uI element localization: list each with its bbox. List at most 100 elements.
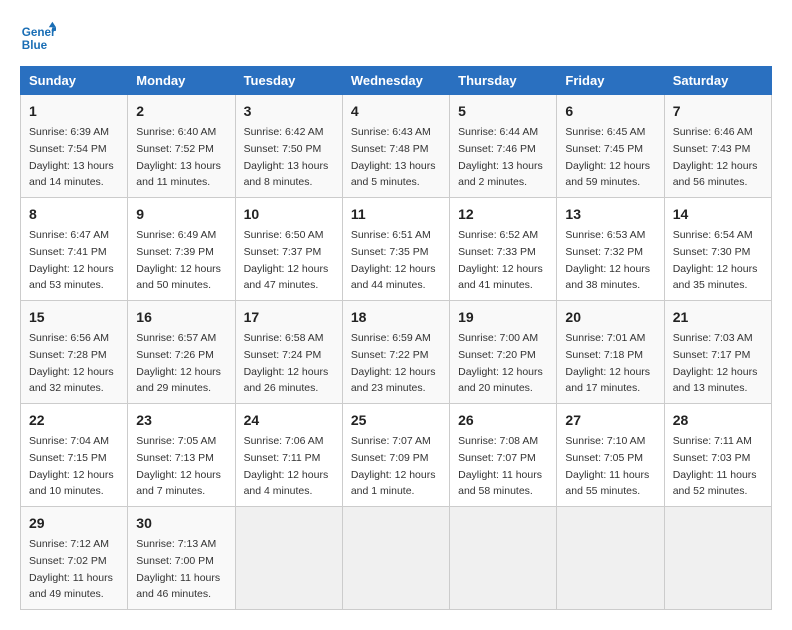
calendar-cell (664, 507, 771, 610)
svg-text:Blue: Blue (22, 39, 48, 52)
day-info: Sunrise: 7:11 AMSunset: 7:03 PMDaylight:… (673, 435, 757, 497)
day-info: Sunrise: 6:45 AMSunset: 7:45 PMDaylight:… (565, 126, 650, 188)
day-info: Sunrise: 6:42 AMSunset: 7:50 PMDaylight:… (244, 126, 329, 188)
calendar-cell: 12 Sunrise: 6:52 AMSunset: 7:33 PMDayligh… (450, 198, 557, 301)
day-info: Sunrise: 7:13 AMSunset: 7:00 PMDaylight:… (136, 538, 220, 600)
day-number: 7 (673, 101, 763, 122)
day-info: Sunrise: 6:54 AMSunset: 7:30 PMDaylight:… (673, 229, 758, 291)
day-number: 18 (351, 307, 441, 328)
day-number: 3 (244, 101, 334, 122)
day-number: 27 (565, 410, 655, 431)
day-number: 6 (565, 101, 655, 122)
weekday-header: Sunday (21, 67, 128, 95)
logo-icon: General Blue (20, 20, 56, 56)
calendar-cell (557, 507, 664, 610)
day-number: 14 (673, 204, 763, 225)
day-number: 29 (29, 513, 119, 534)
day-info: Sunrise: 6:59 AMSunset: 7:22 PMDaylight:… (351, 332, 436, 394)
calendar-cell: 23Sunrise: 7:05 AMSunset: 7:13 PMDayligh… (128, 404, 235, 507)
calendar-week-row: 29 Sunrise: 7:12 AMSunset: 7:02 PMDayligh… (21, 507, 772, 610)
day-number: 9 (136, 204, 226, 225)
svg-text:General: General (22, 26, 56, 39)
day-info: Sunrise: 6:40 AMSunset: 7:52 PMDaylight:… (136, 126, 221, 188)
calendar-cell: 18 Sunrise: 6:59 AMSunset: 7:22 PMDayligh… (342, 301, 449, 404)
calendar-cell: 10 Sunrise: 6:50 AMSunset: 7:37 PMDayligh… (235, 198, 342, 301)
day-info: Sunrise: 7:10 AMSunset: 7:05 PMDaylight:… (565, 435, 649, 497)
calendar-cell: 13 Sunrise: 6:53 AMSunset: 7:32 PMDayligh… (557, 198, 664, 301)
day-info: Sunrise: 7:00 AMSunset: 7:20 PMDaylight:… (458, 332, 543, 394)
day-info: Sunrise: 6:51 AMSunset: 7:35 PMDaylight:… (351, 229, 436, 291)
calendar-cell: 3 Sunrise: 6:42 AMSunset: 7:50 PMDaylight… (235, 95, 342, 198)
day-number: 10 (244, 204, 334, 225)
day-info: Sunrise: 7:06 AMSunset: 7:11 PMDaylight:… (244, 435, 329, 497)
day-info: Sunrise: 6:53 AMSunset: 7:32 PMDaylight:… (565, 229, 650, 291)
day-info: Sunrise: 6:46 AMSunset: 7:43 PMDaylight:… (673, 126, 758, 188)
day-info: Sunrise: 6:44 AMSunset: 7:46 PMDaylight:… (458, 126, 543, 188)
calendar-cell: 2Sunrise: 6:40 AMSunset: 7:52 PMDaylight… (128, 95, 235, 198)
weekday-header: Wednesday (342, 67, 449, 95)
day-info: Sunrise: 6:56 AMSunset: 7:28 PMDaylight:… (29, 332, 114, 394)
calendar-cell: 27 Sunrise: 7:10 AMSunset: 7:05 PMDayligh… (557, 404, 664, 507)
day-number: 16 (136, 307, 226, 328)
day-info: Sunrise: 7:01 AMSunset: 7:18 PMDaylight:… (565, 332, 650, 394)
calendar-cell: 16 Sunrise: 6:57 AMSunset: 7:26 PMDayligh… (128, 301, 235, 404)
calendar-cell: 30Sunrise: 7:13 AMSunset: 7:00 PMDayligh… (128, 507, 235, 610)
weekday-header: Friday (557, 67, 664, 95)
day-number: 28 (673, 410, 763, 431)
day-number: 11 (351, 204, 441, 225)
calendar-cell (342, 507, 449, 610)
calendar-cell: 20 Sunrise: 7:01 AMSunset: 7:18 PMDayligh… (557, 301, 664, 404)
day-number: 22 (29, 410, 119, 431)
day-number: 21 (673, 307, 763, 328)
weekday-header: Thursday (450, 67, 557, 95)
day-number: 5 (458, 101, 548, 122)
calendar-cell: 26Sunrise: 7:08 AMSunset: 7:07 PMDayligh… (450, 404, 557, 507)
calendar-cell: 11 Sunrise: 6:51 AMSunset: 7:35 PMDayligh… (342, 198, 449, 301)
day-number: 19 (458, 307, 548, 328)
calendar-cell: 17 Sunrise: 6:58 AMSunset: 7:24 PMDayligh… (235, 301, 342, 404)
calendar-week-row: 8Sunrise: 6:47 AMSunset: 7:41 PMDaylight… (21, 198, 772, 301)
day-info: Sunrise: 6:57 AMSunset: 7:26 PMDaylight:… (136, 332, 221, 394)
calendar-cell: 22 Sunrise: 7:04 AMSunset: 7:15 PMDayligh… (21, 404, 128, 507)
day-info: Sunrise: 7:07 AMSunset: 7:09 PMDaylight:… (351, 435, 436, 497)
day-info: Sunrise: 6:50 AMSunset: 7:37 PMDaylight:… (244, 229, 329, 291)
day-number: 17 (244, 307, 334, 328)
calendar-cell: 29 Sunrise: 7:12 AMSunset: 7:02 PMDayligh… (21, 507, 128, 610)
calendar-cell: 28 Sunrise: 7:11 AMSunset: 7:03 PMDayligh… (664, 404, 771, 507)
day-number: 23 (136, 410, 226, 431)
day-info: Sunrise: 6:58 AMSunset: 7:24 PMDaylight:… (244, 332, 329, 394)
calendar-table: SundayMondayTuesdayWednesdayThursdayFrid… (20, 66, 772, 610)
day-info: Sunrise: 6:52 AMSunset: 7:33 PMDaylight:… (458, 229, 543, 291)
day-info: Sunrise: 6:47 AMSunset: 7:41 PMDaylight:… (29, 229, 114, 291)
day-number: 25 (351, 410, 441, 431)
calendar-cell: 15 Sunrise: 6:56 AMSunset: 7:28 PMDayligh… (21, 301, 128, 404)
logo: General Blue (20, 20, 56, 56)
calendar-cell: 4 Sunrise: 6:43 AMSunset: 7:48 PMDaylight… (342, 95, 449, 198)
day-info: Sunrise: 7:08 AMSunset: 7:07 PMDaylight:… (458, 435, 542, 497)
day-info: Sunrise: 6:43 AMSunset: 7:48 PMDaylight:… (351, 126, 436, 188)
calendar-cell: 7 Sunrise: 6:46 AMSunset: 7:43 PMDaylight… (664, 95, 771, 198)
day-number: 4 (351, 101, 441, 122)
calendar-cell: 6 Sunrise: 6:45 AMSunset: 7:45 PMDaylight… (557, 95, 664, 198)
calendar-cell (450, 507, 557, 610)
calendar-cell: 5 Sunrise: 6:44 AMSunset: 7:46 PMDaylight… (450, 95, 557, 198)
day-number: 1 (29, 101, 119, 122)
day-number: 13 (565, 204, 655, 225)
weekday-header: Monday (128, 67, 235, 95)
day-info: Sunrise: 7:12 AMSunset: 7:02 PMDaylight:… (29, 538, 113, 600)
day-number: 12 (458, 204, 548, 225)
day-info: Sunrise: 7:04 AMSunset: 7:15 PMDaylight:… (29, 435, 114, 497)
page-header: General Blue (20, 20, 772, 56)
calendar-cell: 24 Sunrise: 7:06 AMSunset: 7:11 PMDayligh… (235, 404, 342, 507)
day-info: Sunrise: 6:39 AMSunset: 7:54 PMDaylight:… (29, 126, 114, 188)
calendar-cell: 21Sunrise: 7:03 AMSunset: 7:17 PMDayligh… (664, 301, 771, 404)
day-number: 20 (565, 307, 655, 328)
day-info: Sunrise: 6:49 AMSunset: 7:39 PMDaylight:… (136, 229, 221, 291)
day-number: 24 (244, 410, 334, 431)
calendar-cell: 9 Sunrise: 6:49 AMSunset: 7:39 PMDaylight… (128, 198, 235, 301)
weekday-header: Tuesday (235, 67, 342, 95)
day-number: 15 (29, 307, 119, 328)
calendar-week-row: 15 Sunrise: 6:56 AMSunset: 7:28 PMDayligh… (21, 301, 772, 404)
weekday-header: Saturday (664, 67, 771, 95)
calendar-header: SundayMondayTuesdayWednesdayThursdayFrid… (21, 67, 772, 95)
